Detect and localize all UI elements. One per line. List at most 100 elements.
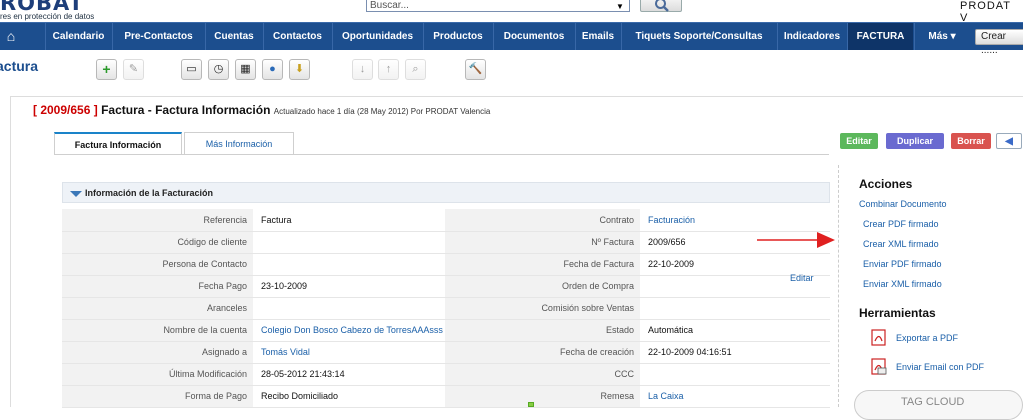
enviar-xml-firmado-link[interactable]: Enviar XML firmado: [863, 279, 942, 289]
field-label: Asignado a: [62, 341, 253, 364]
user-name[interactable]: PRODAT V: [960, 0, 1023, 24]
sidebar-divider: [838, 165, 839, 407]
nav-productos[interactable]: Productos: [423, 23, 492, 50]
clock-icon[interactable]: ◷: [208, 59, 229, 80]
nav-cuentas[interactable]: Cuentas: [205, 23, 262, 50]
table-row: Aranceles Comisión sobre Ventas: [62, 297, 830, 320]
acciones-heading: Acciones: [859, 177, 913, 191]
assigned-user-link[interactable]: Tomás Vidal: [253, 341, 445, 364]
field-value: Recibo Domiciliado: [253, 385, 445, 408]
tagline: res en protección de datos: [0, 12, 95, 21]
edit-pencil-icon[interactable]: ✎: [123, 59, 144, 80]
delete-button[interactable]: Borrar: [951, 133, 991, 149]
tab-mas-informacion[interactable]: Más Información: [184, 132, 294, 154]
table-row: Fecha Pago 23-10-2009 Orden de Compra: [62, 275, 830, 298]
field-value: Automática: [640, 319, 830, 342]
field-label: Aranceles: [62, 297, 253, 320]
field-label: Fecha Pago: [62, 275, 253, 298]
field-label: Orden de Compra: [445, 275, 640, 298]
table-row: Código de cliente Nº Factura 2009/656: [62, 231, 830, 254]
pdf-icon[interactable]: [871, 329, 887, 346]
crear-button[interactable]: Crear ......: [975, 29, 1023, 56]
email-pdf-icon[interactable]: [871, 358, 887, 375]
module-title: actura: [0, 58, 39, 74]
field-value: 22-10-2009 04:16:51: [640, 341, 830, 364]
table-row: Persona de Contacto Fecha de Factura 22-…: [62, 253, 830, 276]
calculator-icon[interactable]: ▦: [235, 59, 256, 80]
move-down-icon[interactable]: ↓: [352, 59, 373, 80]
section-header[interactable]: Información de la Facturación: [62, 182, 830, 203]
tab-factura-informacion[interactable]: Factura Información: [54, 132, 182, 154]
section-title: Información de la Facturación: [85, 188, 214, 198]
inline-edit-link[interactable]: Editar: [790, 273, 814, 283]
field-value: [253, 231, 445, 254]
collapse-triangle-icon[interactable]: [70, 190, 82, 197]
field-label: Referencia: [62, 209, 253, 232]
window-icon[interactable]: ▭: [181, 59, 202, 80]
home-icon[interactable]: ⌂: [0, 23, 22, 50]
record-title: [ 2009/656 ] Factura - Factura Informaci…: [33, 103, 490, 117]
record-id: [ 2009/656 ]: [33, 103, 98, 117]
field-value: [253, 253, 445, 276]
remesa-link[interactable]: La Caixa: [640, 385, 830, 408]
search-dropdown-icon[interactable]: ▼: [616, 2, 624, 11]
field-label: Estado: [445, 319, 640, 342]
field-label: Fecha de creación: [445, 341, 640, 364]
zoom-icon[interactable]: ⌕: [405, 59, 426, 80]
duplicate-button[interactable]: Duplicar: [886, 133, 944, 149]
edit-button[interactable]: Editar: [840, 133, 878, 149]
field-label: Última Modificación: [62, 363, 253, 386]
exportar-a-pdf-link[interactable]: Exportar a PDF: [896, 333, 958, 343]
nav-documentos[interactable]: Documentos: [493, 23, 574, 50]
field-value: Factura: [253, 209, 445, 232]
invoice-fields-table: Referencia Factura Contrato Facturación …: [62, 209, 830, 408]
field-value: 22-10-2009: [640, 253, 830, 276]
main-nav: ⌂ Calendario Pre-Contactos Cuentas Conta…: [0, 22, 1023, 56]
resize-grip-icon[interactable]: [528, 402, 534, 407]
move-up-icon[interactable]: ↑: [378, 59, 399, 80]
field-label: CCC: [445, 363, 640, 386]
field-value: [640, 297, 830, 320]
tab-divider: [54, 154, 829, 155]
table-row: Asignado a Tomás Vidal Fecha de creación…: [62, 341, 830, 364]
tool-icon[interactable]: 🔨: [465, 59, 486, 80]
table-row: Nombre de la cuenta Colegio Don Bosco Ca…: [62, 319, 830, 342]
account-link[interactable]: Colegio Don Bosco Cabezo de TorresAAAsss: [253, 319, 445, 342]
enviar-email-pdf-link[interactable]: Enviar Email con PDF: [896, 362, 984, 372]
herramientas-heading: Herramientas: [859, 306, 936, 320]
nav-calendario[interactable]: Calendario: [45, 23, 111, 50]
contract-link[interactable]: Facturación: [640, 209, 830, 232]
search-icon: [655, 0, 669, 12]
field-label: Nº Factura: [445, 231, 640, 254]
top-header: ROBAT res en protección de datos Buscar.…: [0, 0, 1023, 24]
field-label: Fecha de Factura: [445, 253, 640, 276]
nav-mas[interactable]: Más ▾: [914, 23, 969, 50]
table-row: Forma de Pago Recibo Domiciliado Remesa …: [62, 385, 830, 408]
nav-pre-contactos[interactable]: Pre-Contactos: [112, 23, 204, 50]
record-updated: Actualizado hace 1 día (28 May 2012) Por…: [273, 107, 491, 116]
nav-factura[interactable]: FACTURA: [847, 23, 913, 50]
red-arrow-annotation: [757, 232, 835, 248]
combinar-documento-link[interactable]: Combinar Documento: [859, 199, 947, 209]
search-button[interactable]: [640, 0, 682, 12]
collapse-left-icon[interactable]: ◀: [996, 133, 1022, 149]
nav-indicadores[interactable]: Indicadores: [777, 23, 846, 50]
field-value: 23-10-2009: [253, 275, 445, 298]
nav-emails[interactable]: Emails: [575, 23, 620, 50]
field-value: [253, 297, 445, 320]
crear-xml-firmado-link[interactable]: Crear XML firmado: [863, 239, 939, 249]
chat-icon[interactable]: ●: [262, 59, 283, 80]
field-label: Contrato: [445, 209, 640, 232]
add-icon[interactable]: +: [96, 59, 117, 80]
nav-contactos[interactable]: Contactos: [263, 23, 331, 50]
import-icon[interactable]: ⬇: [289, 59, 310, 80]
field-label: Código de cliente: [62, 231, 253, 254]
nav-oportunidades[interactable]: Oportunidades: [332, 23, 422, 50]
search-input[interactable]: Buscar...: [366, 0, 630, 12]
enviar-pdf-firmado-link[interactable]: Enviar PDF firmado: [863, 259, 942, 269]
nav-tiquets[interactable]: Tiquets Soporte/Consultas: [621, 23, 776, 50]
crear-pdf-firmado-link[interactable]: Crear PDF firmado: [863, 219, 939, 229]
field-label: Nombre de la cuenta: [62, 319, 253, 342]
field-value: [640, 363, 830, 386]
field-label: Forma de Pago: [62, 385, 253, 408]
